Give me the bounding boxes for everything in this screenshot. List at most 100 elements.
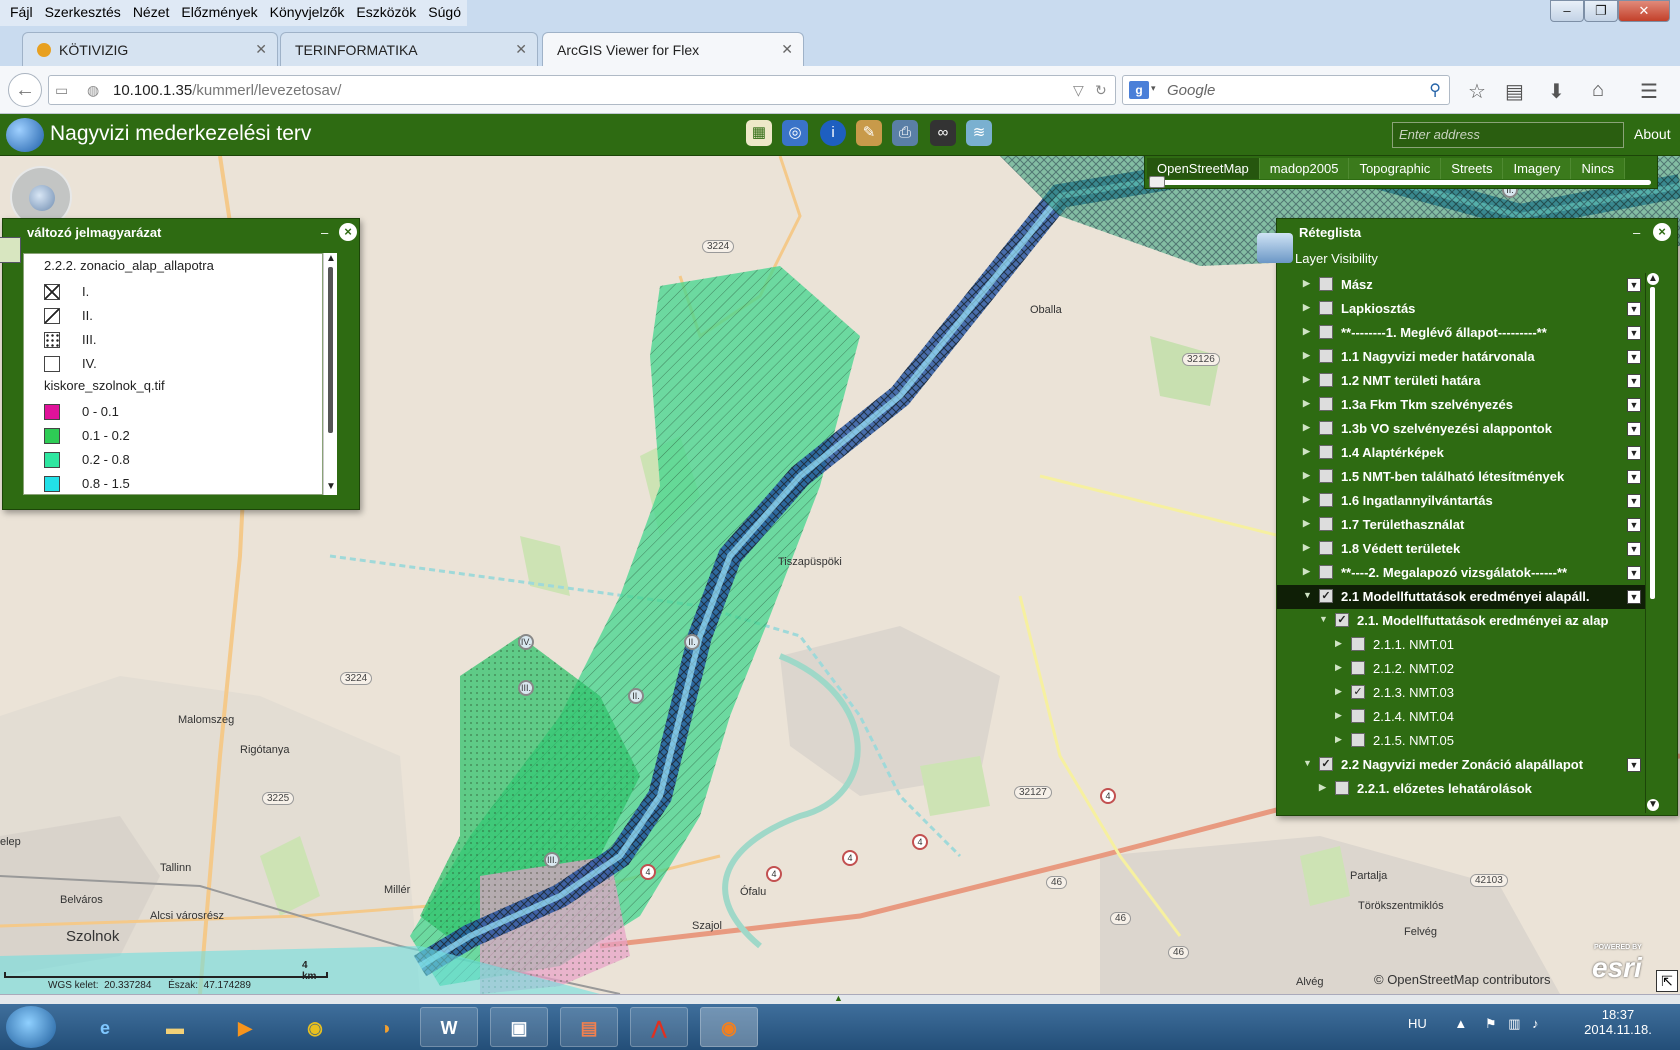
scroll-down-icon[interactable]: ▼: [1647, 799, 1659, 811]
collapsed-arrow-icon[interactable]: ▶: [1335, 710, 1342, 721]
clock[interactable]: 18:37 2014.11.18.: [1578, 1007, 1658, 1037]
expand-arrow-icon[interactable]: ▲: [834, 993, 843, 1003]
close-panel-icon[interactable]: ×: [339, 223, 357, 241]
search-icon[interactable]: ⚲: [1429, 80, 1441, 100]
menu-bookmarks[interactable]: Könyvjelzők: [264, 0, 351, 26]
flag-icon[interactable]: ⚑: [1485, 1016, 1497, 1031]
scroll-up-icon[interactable]: ▲: [325, 253, 337, 265]
layer-checkbox[interactable]: [1351, 637, 1365, 651]
address-search-input[interactable]: Enter address: [1392, 122, 1624, 148]
close-window-button[interactable]: ✕: [1618, 0, 1670, 22]
collapsed-arrow-icon[interactable]: ▶: [1303, 470, 1310, 481]
layer-row[interactable]: ▶ **----2. Megalapozó vizsgálatok------**…: [1277, 561, 1649, 585]
layer-checkbox[interactable]: [1319, 397, 1333, 411]
start-button[interactable]: [6, 1006, 56, 1048]
menu-help[interactable]: Súgó: [422, 0, 467, 26]
basemap-imagery[interactable]: Imagery: [1503, 158, 1572, 179]
menu-file[interactable]: Fájl: [4, 0, 39, 26]
dropdown-arrow-icon[interactable]: ▽: [1073, 82, 1084, 99]
chevron-down-icon[interactable]: ▾: [1151, 83, 1156, 94]
layer-row[interactable]: ▶ 2.1.5. NMT.05: [1277, 729, 1649, 753]
collapsed-arrow-icon[interactable]: ▶: [1303, 350, 1310, 361]
collapsed-arrow-icon[interactable]: ▶: [1303, 398, 1310, 409]
layer-checkbox[interactable]: [1319, 277, 1333, 291]
collapsed-arrow-icon[interactable]: ▶: [1303, 542, 1310, 553]
collapsed-arrow-icon[interactable]: ▶: [1335, 638, 1342, 649]
ie-icon[interactable]: e: [76, 1007, 134, 1047]
collapsed-arrow-icon[interactable]: ▶: [1303, 446, 1310, 457]
layer-checkbox[interactable]: [1319, 373, 1333, 387]
palette-icon[interactable]: ✎: [856, 120, 882, 146]
scroll-down-icon[interactable]: ▼: [325, 481, 337, 493]
download-icon[interactable]: ⬇: [1548, 79, 1565, 104]
layer-checkbox[interactable]: [1351, 733, 1365, 747]
save-disk-icon[interactable]: ▣: [490, 1007, 548, 1047]
layer-checkbox[interactable]: ✓: [1335, 613, 1349, 627]
language-indicator[interactable]: HU: [1408, 1016, 1427, 1031]
layer-row[interactable]: ▶ **--------1. Meglévő állapot---------**…: [1277, 321, 1649, 345]
layer-options-icon[interactable]: ▼: [1627, 374, 1641, 388]
collapsed-arrow-icon[interactable]: ▶: [1303, 566, 1310, 577]
layer-checkbox[interactable]: [1319, 469, 1333, 483]
minimize-button[interactable]: –: [1550, 0, 1584, 22]
reading-list-icon[interactable]: ▤: [1505, 79, 1524, 104]
layer-options-icon[interactable]: ▼: [1627, 758, 1641, 772]
close-tab-icon[interactable]: ✕: [255, 41, 267, 58]
layer-row[interactable]: ▶ 1.2 NMT területi határa ▼: [1277, 369, 1649, 393]
presentation-icon[interactable]: ▤: [560, 1007, 618, 1047]
kotivizig-icon[interactable]: ◑: [356, 1007, 414, 1047]
google-icon[interactable]: g: [1129, 81, 1149, 99]
media-player-icon[interactable]: ▶: [216, 1007, 274, 1047]
globe-icon[interactable]: [29, 185, 55, 211]
layer-options-icon[interactable]: ▼: [1627, 566, 1641, 580]
pdf-reader-icon[interactable]: ⋀: [630, 1007, 688, 1047]
layer-checkbox[interactable]: ✓: [1319, 589, 1333, 603]
about-link[interactable]: About: [1634, 126, 1671, 142]
tray-expand-icon[interactable]: ▲: [1454, 1016, 1467, 1031]
layer-options-icon[interactable]: ▼: [1627, 590, 1641, 604]
layer-checkbox[interactable]: [1319, 565, 1333, 579]
maximize-button[interactable]: ❐: [1584, 0, 1618, 22]
layer-scrollbar[interactable]: ▲ ▼: [1645, 273, 1659, 813]
layer-row[interactable]: ▼ ✓ 2.1 Modellfuttatások eredményei alapál…: [1277, 585, 1649, 609]
layer-row[interactable]: ▶ Lapkiosztás ▼: [1277, 297, 1649, 321]
layer-row[interactable]: ▶ ✓ 2.1.3. NMT.03: [1277, 681, 1649, 705]
network-icon[interactable]: ▥: [1508, 1016, 1520, 1031]
layer-checkbox[interactable]: [1319, 517, 1333, 531]
url-bar[interactable]: ▭ ◍ 10.100.1.35/kummerl/levezetosav/ ▽ ↻: [48, 75, 1116, 105]
layer-row[interactable]: ▶ 1.5 NMT-ben található létesítmények ▼: [1277, 465, 1649, 489]
close-panel-icon[interactable]: ×: [1653, 223, 1671, 241]
menu-view[interactable]: Nézet: [127, 0, 176, 26]
layer-row[interactable]: ▶ 2.2.1. előzetes lehatárolások: [1277, 777, 1649, 801]
firefox-icon[interactable]: ◉: [700, 1007, 758, 1047]
layer-row[interactable]: ▼ ✓ 2.2 Nagyvizi meder Zonáció alapállapot…: [1277, 753, 1649, 777]
close-tab-icon[interactable]: ✕: [515, 41, 527, 58]
menu-history[interactable]: Előzmények: [175, 0, 263, 26]
reload-icon[interactable]: ↻: [1095, 82, 1107, 99]
collapsed-arrow-icon[interactable]: ▶: [1335, 686, 1342, 697]
back-button[interactable]: ←: [8, 73, 42, 107]
minimize-panel-icon[interactable]: –: [321, 225, 328, 240]
layer-options-icon[interactable]: ▼: [1627, 422, 1641, 436]
layer-row[interactable]: ▶ 1.7 Területhasználat ▼: [1277, 513, 1649, 537]
print-icon[interactable]: ⎙: [892, 120, 918, 146]
slider-handle[interactable]: [1149, 176, 1165, 188]
layer-checkbox[interactable]: [1319, 349, 1333, 363]
collapsed-arrow-icon[interactable]: ▶: [1303, 494, 1310, 505]
layer-options-icon[interactable]: ▼: [1627, 494, 1641, 508]
bookmark-star-icon[interactable]: ☆: [1468, 79, 1486, 104]
folder-icon[interactable]: ▬: [146, 1007, 204, 1047]
expanded-arrow-icon[interactable]: ▼: [1303, 590, 1312, 600]
scroll-thumb[interactable]: [1650, 287, 1655, 599]
collapsed-arrow-icon[interactable]: ▶: [1319, 782, 1326, 793]
binoculars-icon[interactable]: ∞: [930, 120, 956, 146]
layer-row[interactable]: ▶ 1.3b VO szelvényezési alappontok ▼: [1277, 417, 1649, 441]
expanded-arrow-icon[interactable]: ▼: [1303, 758, 1312, 768]
collapsed-arrow-icon[interactable]: ▶: [1335, 734, 1342, 745]
menu-icon[interactable]: ☰: [1640, 79, 1658, 104]
collapsed-arrow-icon[interactable]: ▶: [1303, 374, 1310, 385]
layer-checkbox[interactable]: [1351, 709, 1365, 723]
basemap-opacity-slider[interactable]: [1151, 180, 1651, 185]
layer-options-icon[interactable]: ▼: [1627, 518, 1641, 532]
layer-options-icon[interactable]: ▼: [1627, 542, 1641, 556]
